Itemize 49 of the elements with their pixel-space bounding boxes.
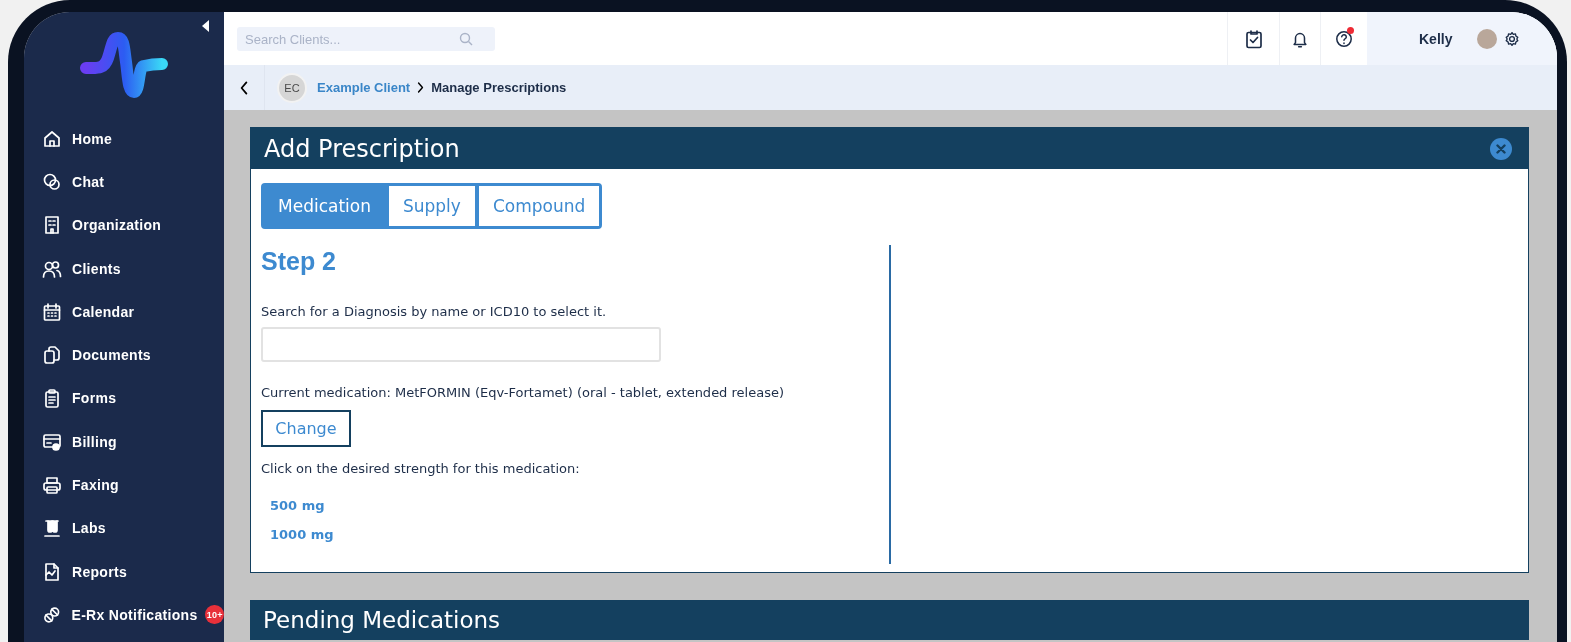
- collapse-triangle-icon[interactable]: [202, 20, 210, 32]
- current-medication-text: Current medication: MetFORMIN (Eqv-Fortamet) (oral - tablet, extended release): [261, 385, 785, 400]
- sidebar-item[interactable]: Billing: [42, 420, 224, 464]
- report-chart-icon: [42, 561, 62, 582]
- diagnosis-label: Search for a Diagnosis by name or ICD10 to select it.: [261, 304, 608, 319]
- chat-bubbles-icon: [42, 171, 62, 192]
- change-button[interactable]: Change: [261, 410, 351, 447]
- sidebar-item[interactable]: Documents: [42, 333, 224, 377]
- strength-prompt: Click on the desired strength for this medication:: [261, 461, 581, 476]
- building-icon: [42, 215, 62, 236]
- notification-badge: 10+: [205, 605, 224, 625]
- home-icon: [42, 128, 62, 149]
- strength-link[interactable]: 1000 mg: [270, 527, 334, 542]
- avatar-placeholder[interactable]: [1477, 28, 1497, 49]
- bill-icon: [42, 431, 62, 452]
- sidebar-item[interactable]: Reports: [42, 549, 224, 594]
- dialog-title: Add Prescription: [264, 134, 460, 163]
- tab[interactable]: Supply: [388, 186, 475, 226]
- help-icon: [1335, 29, 1353, 48]
- printer-icon: [42, 475, 62, 495]
- client-avatar: EC: [277, 72, 307, 103]
- user-name[interactable]: Kelly: [1419, 30, 1477, 47]
- clipboard-icon: [42, 388, 62, 409]
- pending-title: Pending Medications: [263, 607, 501, 633]
- clipboard-check-icon: [1243, 28, 1264, 49]
- tab[interactable]: Compound: [478, 186, 600, 226]
- strength-link[interactable]: 500 mg: [270, 498, 325, 513]
- pills-icon: [42, 604, 62, 625]
- calendar-icon: [42, 301, 62, 322]
- sidebar-item[interactable]: Forms: [42, 376, 224, 421]
- sidebar-item[interactable]: Clients: [42, 246, 224, 291]
- sidebar-item[interactable]: Calendar: [42, 290, 224, 334]
- sidebar-item[interactable]: Organization: [42, 203, 224, 247]
- search-field[interactable]: Search Clients...: [237, 27, 495, 51]
- documents-icon: [42, 345, 62, 366]
- close-button[interactable]: [1490, 137, 1512, 160]
- sidebar-item[interactable]: Chat: [42, 160, 224, 204]
- close-icon: [1496, 143, 1506, 154]
- settings-icon: [1504, 30, 1520, 47]
- people-icon: [42, 258, 62, 279]
- diagnosis-search-field[interactable]: [261, 327, 661, 362]
- page-title: Manage Prescriptions: [431, 80, 567, 95]
- step-heading: Step 2: [261, 246, 338, 276]
- sidebar-item[interactable]: E-Rx Notifications 10+: [42, 593, 224, 637]
- sidebar-item[interactable]: Faxing: [42, 463, 224, 507]
- sidebar-item[interactable]: Labs: [42, 506, 224, 550]
- search-icon: [459, 32, 473, 46]
- logo-icon: [78, 32, 170, 98]
- sidebar-item[interactable]: Home: [42, 117, 224, 161]
